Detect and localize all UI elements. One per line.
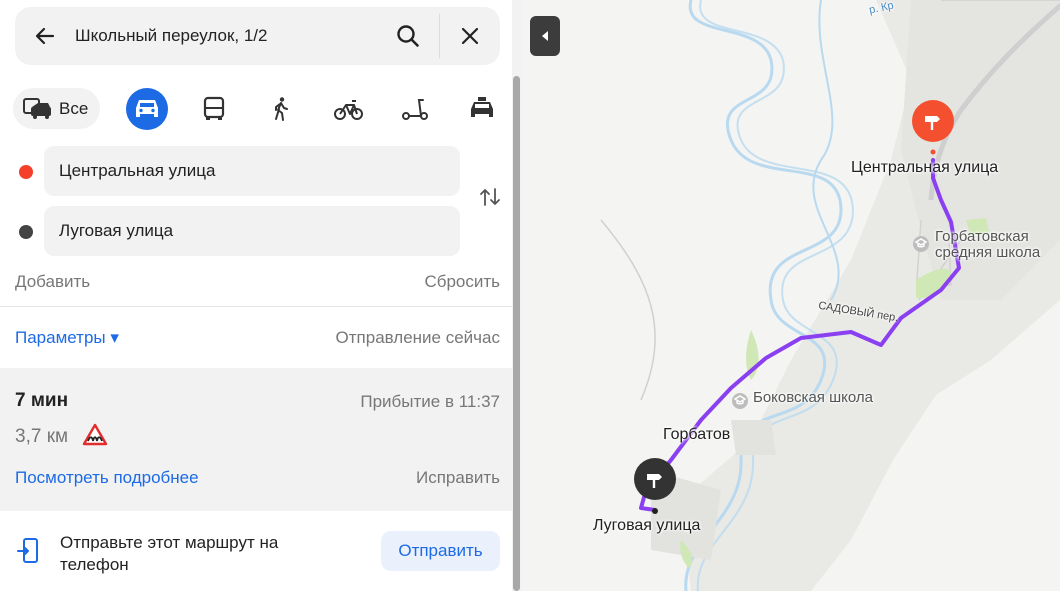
route-duration: 7 мин <box>15 390 69 411</box>
start-pin[interactable] <box>912 100 954 142</box>
route-arrival: Прибытие в 11:37 <box>360 392 500 411</box>
search-icon[interactable] <box>395 23 421 49</box>
search-divider <box>439 14 440 58</box>
divider <box>0 306 512 307</box>
search-query[interactable]: Школьный переулок, 1/2 <box>75 26 267 46</box>
map-label-end[interactable]: Луговая улица <box>593 517 700 535</box>
bike-icon <box>334 100 363 120</box>
map-label-school2[interactable]: Боковская школа <box>753 390 873 406</box>
swap-icon[interactable] <box>478 185 502 209</box>
bus-icon <box>203 96 225 120</box>
map-base <box>600 0 1060 591</box>
to-point-dot <box>19 225 33 239</box>
walk-icon <box>275 97 288 121</box>
route-result-card[interactable]: 7 мин Прибытие в 11:37 3,7 км Посмотреть… <box>0 368 512 511</box>
close-icon[interactable] <box>459 25 481 47</box>
mode-walk-button[interactable] <box>260 88 302 130</box>
collapse-panel-button[interactable] <box>530 16 560 56</box>
taxi-icon <box>471 97 493 117</box>
parameters-dropdown[interactable]: Параметры ▾ <box>15 328 119 348</box>
from-point-label: Центральная улица <box>59 161 216 180</box>
scooter-icon <box>402 99 428 120</box>
transport-modes: Все <box>13 88 503 130</box>
to-point-label: Луговая улица <box>59 221 174 240</box>
signpost-icon <box>925 116 940 130</box>
route-distance: 3,7 км <box>15 426 69 447</box>
mode-car-button[interactable] <box>126 88 168 130</box>
mode-taxi-button[interactable] <box>461 88 503 130</box>
scrollbar-thumb[interactable] <box>513 76 520 591</box>
school-icon <box>915 238 927 248</box>
car-icon <box>136 100 158 117</box>
end-pin[interactable] <box>634 458 676 500</box>
departure-time-select[interactable]: Отправление сейчас <box>336 328 500 348</box>
map-view[interactable]: Центральная улица Горбатовская средняя ш… <box>521 0 1060 591</box>
panel-scrollbar[interactable] <box>512 0 521 591</box>
route-fix-link[interactable]: Исправить <box>416 468 500 488</box>
map-label-village: Горбатов <box>663 426 731 443</box>
send-to-phone-text: Отправьте этот маршрут на телефон <box>60 533 279 574</box>
reset-link[interactable]: Сбросить <box>424 272 500 292</box>
route-panel: Школьный переулок, 1/2 Все Центральная у… <box>0 0 512 591</box>
from-point-field[interactable]: Центральная улица <box>44 146 460 196</box>
route-details-link[interactable]: Посмотреть подробнее <box>15 468 199 488</box>
map-label-school1-line1[interactable]: Горбатовская <box>935 229 1029 245</box>
mode-bike-button[interactable] <box>327 88 369 130</box>
search-bar: Школьный переулок, 1/2 <box>15 7 500 65</box>
add-point-link[interactable]: Добавить <box>15 272 90 292</box>
mode-all-button[interactable]: Все <box>13 88 100 129</box>
mode-scooter-button[interactable] <box>394 88 436 130</box>
send-to-phone: Отправьте этот маршрут на телефон Отправ… <box>0 511 512 591</box>
from-point-dot <box>19 165 33 179</box>
mode-bus-button[interactable] <box>193 88 235 130</box>
collapse-arrow-icon <box>542 31 548 41</box>
to-point-field[interactable]: Луговая улица <box>44 206 460 256</box>
phone-icon <box>17 538 38 563</box>
map-label-school1-line2[interactable]: средняя школа <box>935 245 1040 261</box>
speed-bump-warning-icon <box>82 423 108 446</box>
back-arrow-icon[interactable] <box>33 24 57 48</box>
school-icon <box>734 395 746 405</box>
map-label-start[interactable]: Центральная улица <box>851 159 998 177</box>
mode-all-label: Все <box>59 99 89 118</box>
send-button[interactable]: Отправить <box>381 531 500 571</box>
signpost-icon <box>647 474 662 488</box>
all-transport-icon <box>23 98 51 119</box>
